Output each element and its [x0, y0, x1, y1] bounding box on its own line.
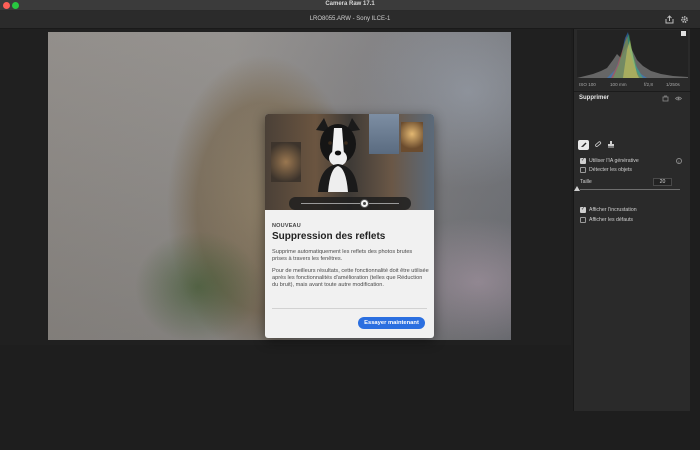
dialog-recommendation: Pour de meilleurs résultats, cette fonct… — [272, 268, 429, 289]
image-canvas[interactable]: NOUVEAU Suppression des reflets Supprime… — [0, 29, 571, 345]
show-defects-checkbox[interactable] — [580, 217, 586, 223]
aperture-value: f/2,8 — [644, 82, 653, 87]
size-slider-thumb[interactable] — [574, 186, 580, 191]
camera-raw-window: Camera Raw 17.1 LRO8055.ARW - Sony ILCE-… — [0, 0, 700, 450]
compare-slider[interactable] — [289, 197, 411, 210]
generative-ai-checkbox[interactable] — [580, 157, 586, 164]
remove-brush-tool-icon[interactable] — [578, 140, 589, 150]
edit-panel: ISO 100 100 mm f/2,8 1/250s Supprimer Ut… — [573, 29, 691, 411]
dialog-description: Supprime automatiquement les reflets des… — [272, 249, 413, 263]
histogram — [577, 30, 688, 78]
dialog-divider — [272, 308, 427, 309]
size-label: Taille — [580, 179, 592, 185]
room-light — [271, 142, 301, 182]
lamp-light — [401, 122, 423, 152]
feature-announcement-dialog: NOUVEAU Suppression des reflets Supprime… — [265, 114, 434, 338]
remove-section-actions — [662, 95, 684, 102]
clone-stamp-tool-icon[interactable] — [605, 140, 616, 150]
exif-row: ISO 100 100 mm f/2,8 1/250s — [574, 81, 691, 90]
file-info: LRO8055.ARW - Sony ILCE-1 — [309, 16, 391, 22]
shutter-speed-value: 1/250s — [666, 82, 680, 87]
remove-section-title: Supprimer — [579, 95, 610, 101]
dog-image — [316, 118, 360, 192]
generative-ai-label: Utiliser l'IA générative — [589, 158, 639, 164]
size-value-input[interactable]: 20 — [653, 178, 672, 186]
gear-icon[interactable] — [680, 15, 689, 24]
detect-objects-label: Détecter les objets — [589, 167, 632, 173]
panel-divider — [574, 91, 691, 92]
title-bar: Camera Raw 17.1 — [0, 0, 700, 11]
file-header: LRO8055.ARW - Sony ILCE-1 — [0, 11, 700, 29]
window-title: Camera Raw 17.1 — [325, 1, 375, 7]
show-defects-label: Afficher les défauts — [589, 217, 634, 223]
show-overlay-label: Afficher l'incrustation — [589, 207, 637, 213]
window-reflection — [369, 114, 399, 154]
before-after-preview — [265, 114, 434, 210]
dialog-title: Suppression des reflets — [272, 231, 386, 242]
compare-handle-dot — [363, 202, 366, 205]
highlight-clipping-toggle[interactable] — [681, 31, 686, 36]
show-overlay-checkbox[interactable] — [580, 206, 586, 213]
focal-length-value: 100 mm — [610, 82, 627, 87]
detect-objects-checkbox[interactable] — [580, 167, 586, 173]
export-icon[interactable] — [665, 15, 674, 24]
iso-value: ISO 100 — [579, 82, 596, 87]
histogram-graph — [577, 32, 688, 78]
visibility-eye-icon[interactable] — [674, 95, 683, 102]
new-badge: NOUVEAU — [272, 223, 301, 229]
try-now-button[interactable]: Essayer maintenant — [358, 317, 425, 329]
heal-tool-icon[interactable] — [592, 140, 603, 150]
size-slider-track[interactable] — [580, 189, 680, 190]
info-icon[interactable]: i — [676, 158, 682, 164]
reset-section-icon[interactable] — [662, 95, 669, 102]
compare-track — [301, 203, 399, 204]
